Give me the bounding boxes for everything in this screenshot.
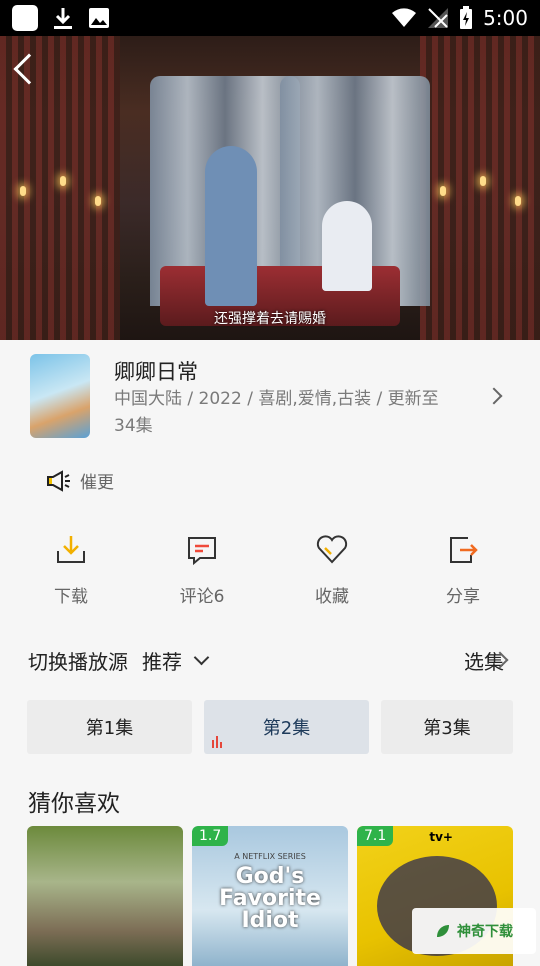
recommend-title: 猜你喜欢	[28, 791, 120, 817]
download-button[interactable]: 下载	[26, 532, 116, 607]
status-bar: 5:00	[0, 0, 540, 36]
app-notification-icon	[12, 5, 38, 31]
candle	[480, 176, 486, 186]
episode-1[interactable]: 第1集	[27, 700, 192, 754]
source-value: 推荐	[142, 650, 182, 674]
poster-badge: A NETFLIX SERIES	[234, 852, 306, 861]
candle	[95, 196, 101, 206]
wifi-icon	[392, 8, 417, 27]
episode-label: 第1集	[85, 718, 134, 739]
candle	[20, 186, 26, 196]
comment-icon	[188, 537, 216, 566]
detail-chevron-icon[interactable]	[485, 387, 503, 405]
recommend-card-1[interactable]	[27, 826, 183, 966]
battery-icon	[460, 6, 473, 29]
drama-meta: 中国大陆 / 2022 / 喜剧,爱情,古装 / 更新至34集	[114, 389, 439, 436]
favorite-label: 收藏	[315, 587, 349, 607]
source-switcher[interactable]: 切换播放源 推荐	[28, 646, 210, 675]
share-button[interactable]: 分享	[418, 532, 508, 607]
now-playing-icon	[212, 736, 222, 748]
candle	[60, 176, 66, 186]
comment-label: 评论6	[179, 587, 225, 607]
watermark-text: 神奇下载	[457, 924, 513, 940]
image-notification-icon	[89, 8, 109, 28]
episode-label: 第2集	[262, 718, 311, 739]
detail-content: 卿卿日常 中国大陆 / 2022 / 喜剧,爱情,古装 / 更新至34集 催更 …	[0, 340, 540, 966]
megaphone-icon	[47, 469, 70, 492]
candle	[440, 186, 446, 196]
share-label: 分享	[446, 587, 480, 607]
video-scene-person-1	[205, 146, 257, 306]
drama-poster[interactable]	[30, 354, 90, 438]
watermark: 神奇下载	[412, 908, 536, 954]
heart-icon	[316, 535, 348, 564]
source-label: 切换播放源	[28, 650, 128, 674]
video-scene-panel-right	[420, 36, 540, 340]
episode-2[interactable]: 第2集	[204, 700, 369, 754]
leaf-icon	[437, 925, 449, 937]
candle	[515, 196, 521, 206]
urge-update-button[interactable]: 催更	[46, 468, 114, 493]
appletv-logo: tv+	[429, 830, 453, 844]
comment-button[interactable]: 评论6	[157, 532, 247, 607]
recommend-card-2[interactable]: 1.7 A NETFLIX SERIES God's Favorite Idio…	[192, 826, 348, 966]
clock: 5:00	[483, 6, 528, 30]
share-icon	[450, 537, 478, 563]
download-icon	[57, 536, 85, 563]
episode-3[interactable]: 第3集	[381, 700, 513, 754]
drama-title: 卿卿日常	[114, 360, 198, 384]
video-subtitle: 还强撑着去请赐婚	[214, 311, 326, 327]
poster-title: God's Favorite Idiot	[219, 864, 321, 933]
action-bar: 下载 评论6 收藏 分享	[0, 532, 540, 612]
video-scene-panel-left	[0, 36, 120, 340]
video-player[interactable]: 还强撑着去请赐婚	[0, 36, 540, 340]
video-scene-person-2	[322, 201, 372, 291]
download-notification-icon	[54, 8, 72, 29]
favorite-button[interactable]: 收藏	[287, 532, 377, 607]
download-label: 下载	[54, 587, 88, 607]
episode-label: 第3集	[423, 718, 471, 739]
signal-icon	[428, 8, 449, 28]
score-badge: 1.7	[192, 826, 229, 846]
chevron-down-icon	[193, 649, 210, 666]
score-badge: 7.1	[357, 826, 394, 846]
urge-update-label: 催更	[80, 473, 114, 493]
